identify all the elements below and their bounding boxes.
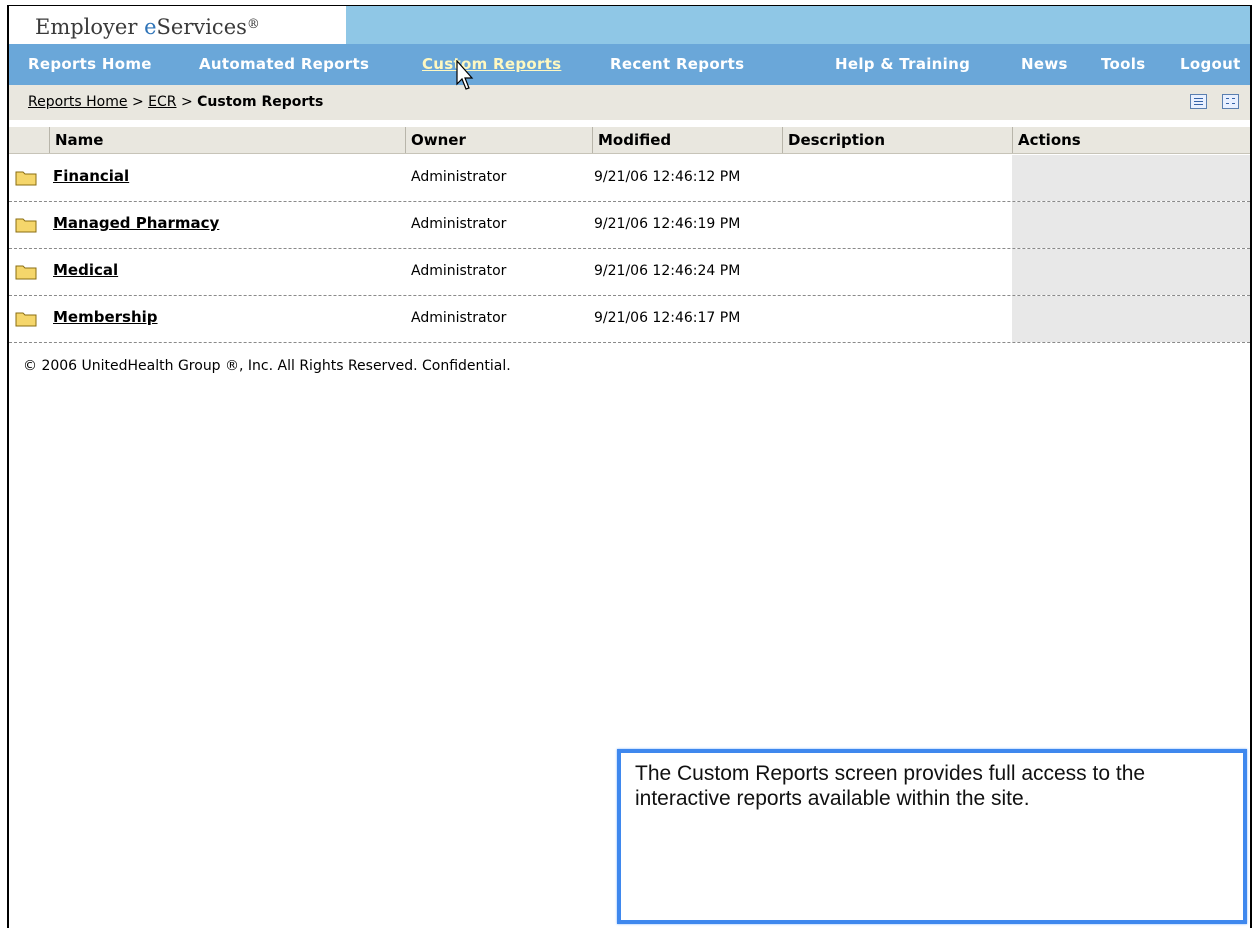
breadcrumb-separator: > [131,94,144,110]
mouse-pointer-icon [456,60,474,90]
modified-cell: 9/21/06 12:46:19 PM [594,216,741,232]
header-owner[interactable]: Owner [405,127,592,153]
list-view-icon[interactable] [1190,94,1207,109]
modified-cell: 9/21/06 12:46:24 PM [594,263,741,279]
tutorial-callout: The Custom Reports screen provides full … [617,749,1247,924]
nav-help-training[interactable]: Help & Training [835,44,970,85]
copyright-text: © 2006 UnitedHealth Group ®, Inc. All Ri… [23,358,511,374]
owner-cell: Administrator [411,310,507,326]
header-spacer [9,127,49,153]
table-row: Medical Administrator 9/21/06 12:46:24 P… [9,249,1250,296]
nav-automated-reports[interactable]: Automated Reports [199,44,369,85]
brand-logo: Employer eServices® [9,6,346,44]
folder-link[interactable]: Membership [53,308,158,326]
table-row: Financial Administrator 9/21/06 12:46:12… [9,155,1250,202]
table-row: Managed Pharmacy Administrator 9/21/06 1… [9,202,1250,249]
header-description[interactable]: Description [782,127,1012,153]
folder-link[interactable]: Medical [53,261,118,279]
breadcrumb-bar: Reports Home > ECR > Custom Reports [9,85,1250,120]
owner-cell: Administrator [411,263,507,279]
brand-e: e [144,15,157,39]
table-row: Membership Administrator 9/21/06 12:46:1… [9,296,1250,343]
modified-cell: 9/21/06 12:46:12 PM [594,169,741,185]
folder-icon [15,312,37,327]
actions-cell [1012,202,1250,248]
actions-cell [1012,249,1250,295]
header-name[interactable]: Name [49,127,405,153]
folder-icon [15,171,37,186]
actions-cell [1012,296,1250,342]
folder-icon [15,265,37,280]
header-modified[interactable]: Modified [592,127,782,153]
breadcrumb-reports-home[interactable]: Reports Home [28,94,128,110]
breadcrumb-separator: > [180,94,193,110]
brand-prefix: Employer [35,15,145,39]
folder-link[interactable]: Financial [53,167,129,185]
folder-icon [15,218,37,233]
table-header: Name Owner Modified Description Actions [9,127,1250,154]
folder-link[interactable]: Managed Pharmacy [53,214,219,232]
nav-news[interactable]: News [1021,44,1068,85]
actions-cell [1012,155,1250,201]
detail-view-icon[interactable] [1222,94,1239,109]
breadcrumb-current: Custom Reports [197,94,324,110]
main-nav: Reports Home Automated Reports Custom Re… [9,44,1250,85]
breadcrumb-ecr[interactable]: ECR [148,94,176,110]
modified-cell: 9/21/06 12:46:17 PM [594,310,741,326]
brand-mark: ® [246,17,260,32]
header-actions: Actions [1012,127,1250,153]
nav-custom-reports[interactable]: Custom Reports [422,44,561,85]
breadcrumb: Reports Home > ECR > Custom Reports [28,85,323,120]
brand-bar: Employer eServices® [9,6,1250,44]
brand-suffix: Services [156,15,247,39]
owner-cell: Administrator [411,216,507,232]
nav-recent-reports[interactable]: Recent Reports [610,44,744,85]
owner-cell: Administrator [411,169,507,185]
nav-logout[interactable]: Logout [1180,44,1241,85]
nav-reports-home[interactable]: Reports Home [28,44,152,85]
nav-tools[interactable]: Tools [1101,44,1145,85]
